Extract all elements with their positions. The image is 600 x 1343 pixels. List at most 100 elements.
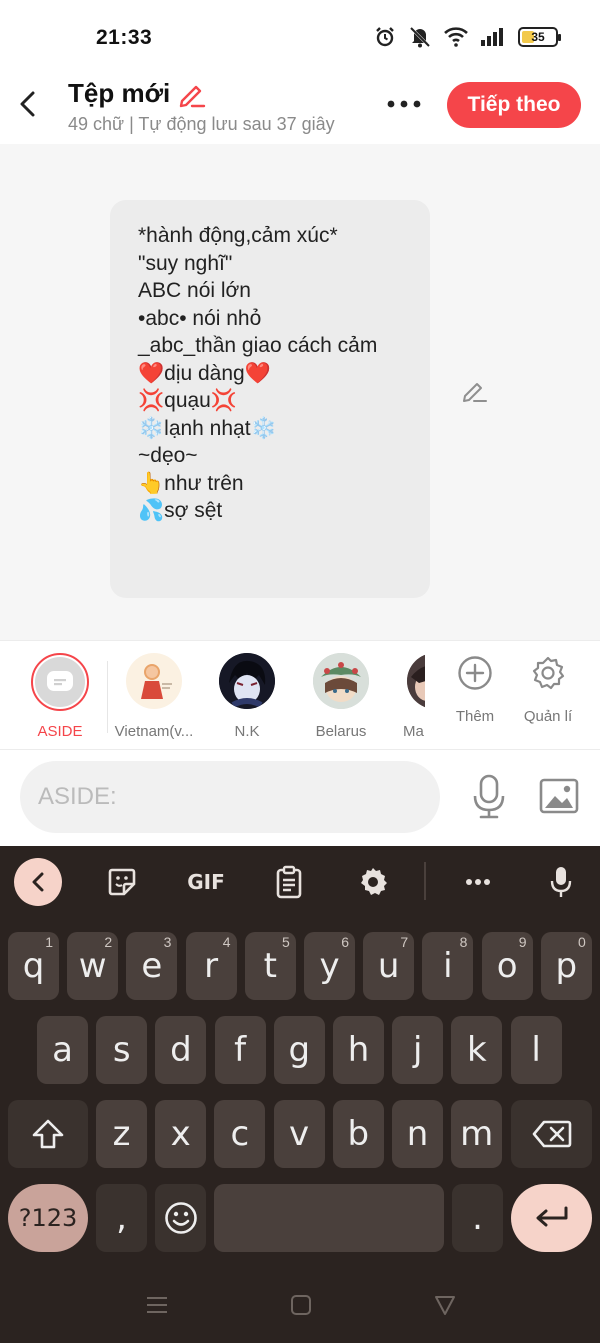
key-d[interactable]: d <box>155 1016 207 1084</box>
status-bar: 21:33 35 <box>0 0 600 72</box>
sticker-button[interactable] <box>104 860 140 904</box>
home-square-icon <box>291 1295 311 1315</box>
message-line: ❤️dịu dàng❤️ <box>138 361 271 385</box>
symbols-key[interactable]: ?123 <box>8 1184 88 1252</box>
key-label: k <box>467 1030 487 1070</box>
shift-key[interactable] <box>8 1100 88 1168</box>
clipboard-icon <box>276 865 302 899</box>
file-title-text: Tệp mới <box>68 78 171 108</box>
key-b[interactable]: b <box>332 1100 384 1168</box>
keyboard-collapse-button[interactable] <box>14 858 62 906</box>
key-o[interactable]: o9 <box>481 932 533 1000</box>
image-icon[interactable] <box>539 778 579 814</box>
chevron-left-icon <box>32 872 44 892</box>
period-key[interactable]: . <box>452 1184 503 1252</box>
key-hint: 1 <box>45 934 53 950</box>
key-e[interactable]: e3 <box>126 932 178 1000</box>
home-button[interactable] <box>290 1294 312 1321</box>
enter-key[interactable] <box>511 1184 592 1252</box>
gif-button[interactable]: GIF <box>184 860 228 904</box>
key-hint: 9 <box>518 934 527 950</box>
next-button[interactable]: Tiếp theo <box>447 82 581 128</box>
add-character-label: Thêm <box>455 708 495 725</box>
key-x[interactable]: x <box>155 1100 207 1168</box>
file-title[interactable]: Tệp mới <box>68 78 206 109</box>
character-divider <box>107 661 108 733</box>
chevron-left-icon <box>20 91 35 117</box>
add-character-button[interactable]: Thêm <box>440 655 510 725</box>
character-belarus[interactable]: Belarus <box>296 653 386 740</box>
emoji-key[interactable] <box>155 1184 206 1252</box>
back-button[interactable] <box>12 86 42 122</box>
key-label: x <box>170 1114 191 1154</box>
voice-input-button[interactable] <box>546 860 576 904</box>
backspace-key[interactable] <box>511 1100 592 1168</box>
microphone-icon[interactable] <box>470 774 508 820</box>
character-vietnam[interactable]: Vietnam(v... <box>109 653 199 740</box>
key-f[interactable]: f <box>214 1016 266 1084</box>
message-bubble[interactable]: *hành động,cảm xúc* "suy nghĩ" ABC nói lớn… <box>110 200 430 598</box>
rename-pencil-icon[interactable] <box>176 79 206 109</box>
key-l[interactable]: l <box>510 1016 562 1084</box>
clipboard-button[interactable] <box>272 860 306 904</box>
key-a[interactable]: a <box>37 1016 88 1084</box>
character-ma[interactable]: Ma <box>389 653 425 740</box>
keyboard-more-button[interactable] <box>460 860 496 904</box>
comma-key[interactable]: , <box>96 1184 147 1252</box>
character-name: ASIDE <box>37 723 83 740</box>
key-z[interactable]: z <box>96 1100 147 1168</box>
key-h[interactable]: h <box>333 1016 384 1084</box>
key-k[interactable]: k <box>451 1016 503 1084</box>
key-label: u <box>377 946 400 986</box>
key-v[interactable]: v <box>273 1100 325 1168</box>
more-options-button[interactable] <box>386 90 422 110</box>
keyboard: GIF q1w2e3r4t5y6u7i8o9p0 asdfghjk l zxcvbnm… <box>0 846 600 1343</box>
nav-back-button[interactable] <box>434 1294 456 1321</box>
character-aside-avatar <box>31 653 89 711</box>
battery-level: 35 <box>531 30 545 44</box>
message-line: ❄️lạnh nhạt❄️ <box>138 416 277 440</box>
key-m[interactable]: m <box>451 1100 503 1168</box>
manage-characters-button[interactable]: Quản lí <box>513 655 583 725</box>
key-i[interactable]: i8 <box>422 932 474 1000</box>
message-input[interactable]: ASIDE: <box>20 761 440 833</box>
key-label: c <box>230 1114 250 1154</box>
avatar <box>126 653 182 709</box>
character-nk[interactable]: N.K <box>202 653 292 740</box>
key-u[interactable]: u7 <box>363 932 415 1000</box>
key-label: a <box>52 1030 73 1070</box>
message-line: 💢quạu💢 <box>138 389 238 412</box>
key-j[interactable]: j <box>392 1016 444 1084</box>
message-line: 💦sợ sệt <box>138 499 223 522</box>
space-key[interactable] <box>214 1184 444 1252</box>
recent-apps-button[interactable] <box>146 1294 168 1321</box>
key-y[interactable]: y6 <box>304 932 355 1000</box>
character-aside[interactable]: ASIDE <box>15 653 105 740</box>
key-label: p <box>555 946 578 986</box>
sticker-icon <box>108 868 136 896</box>
key-p[interactable]: p0 <box>540 932 592 1000</box>
keyboard-toolbar: GIF <box>0 846 600 918</box>
battery-icon: 35 <box>518 27 561 47</box>
key-label: m <box>460 1114 494 1154</box>
key-s[interactable]: s <box>96 1016 148 1084</box>
key-g[interactable]: g <box>273 1016 325 1084</box>
key-c[interactable]: c <box>214 1100 266 1168</box>
key-q[interactable]: q1 <box>8 932 59 1000</box>
key-label: b <box>347 1114 370 1154</box>
keyboard-settings-button[interactable] <box>356 860 390 904</box>
edit-message-icon[interactable] <box>460 376 488 404</box>
key-w[interactable]: w2 <box>67 932 119 1000</box>
key-label: ?123 <box>18 1204 78 1232</box>
key-n[interactable]: n <box>392 1100 443 1168</box>
key-r[interactable]: r4 <box>185 932 237 1000</box>
message-line: ~dẹo~ <box>138 444 198 467</box>
key-label: l <box>531 1030 541 1070</box>
key-label: i <box>443 946 453 986</box>
key-t[interactable]: t5 <box>244 932 296 1000</box>
triangle-back-icon <box>435 1296 455 1315</box>
signal-icon <box>481 28 503 46</box>
system-nav-bar <box>0 1276 600 1336</box>
microphone-icon <box>550 867 572 897</box>
key-label: w <box>78 946 107 986</box>
